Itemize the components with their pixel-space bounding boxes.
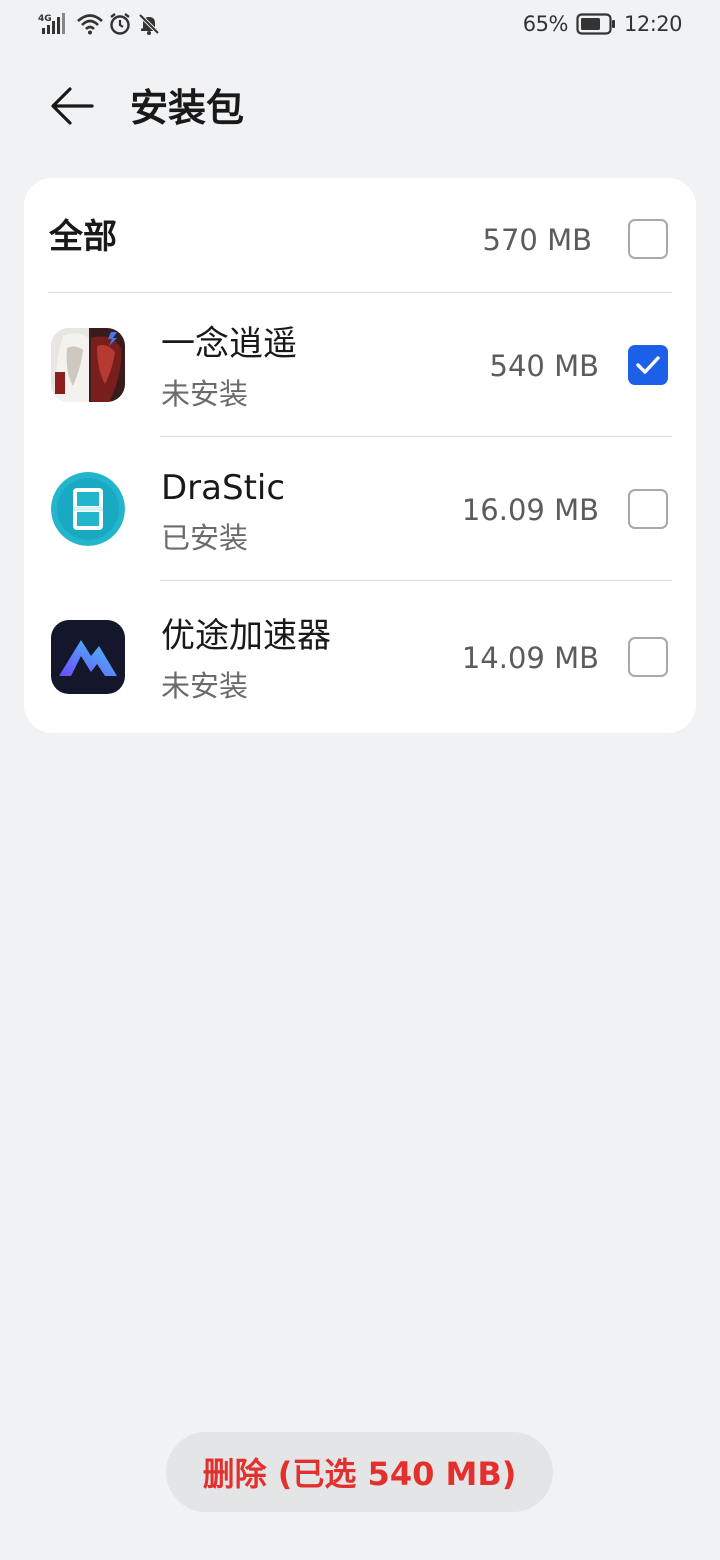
total-size: 570 MB (482, 223, 593, 257)
battery-icon (576, 13, 616, 35)
app-install-status: 未安装 (161, 669, 249, 703)
list-item[interactable]: DraStic 已安装 16.09 MB (24, 438, 696, 582)
yinianxiaoyao-app-icon (51, 328, 125, 402)
header: 安装包 (0, 70, 720, 146)
select-all-row[interactable]: 全部 570 MB (24, 178, 696, 293)
app-install-status: 已安装 (161, 521, 249, 555)
list-item[interactable]: 优途加速器 未安装 14.09 MB (24, 582, 696, 726)
status-bar: 4G 65% 12:20 (0, 0, 720, 54)
divider (160, 580, 672, 581)
app-size: 16.09 MB (461, 493, 599, 527)
delete-button-label: 删除 (已选 540 MB) (202, 1455, 517, 1493)
app-checkbox[interactable] (628, 489, 668, 529)
back-button[interactable] (42, 78, 102, 138)
mute-notification-icon (137, 12, 161, 36)
app-name: 优途加速器 (161, 616, 331, 656)
youtu-accelerator-app-icon (51, 620, 125, 694)
package-list-card: 全部 570 MB 一念逍遥 未安装 540 MB DraStic 已安装 16… (24, 178, 696, 733)
clock: 12:20 (623, 12, 683, 36)
battery-percent: 65% (522, 12, 569, 36)
page-title: 安装包 (130, 86, 245, 130)
checkmark-icon (636, 356, 660, 374)
app-name: 一念逍遥 (161, 324, 297, 364)
divider (48, 292, 672, 293)
back-arrow-icon (50, 86, 94, 130)
status-icons-right: 65% 12:20 (522, 12, 683, 36)
signal-icon: 4G (38, 12, 72, 36)
drastic-app-icon (51, 472, 125, 546)
divider (160, 436, 672, 437)
app-checkbox[interactable] (628, 637, 668, 677)
delete-button[interactable]: 删除 (已选 540 MB) (166, 1432, 553, 1512)
app-size: 540 MB (489, 349, 600, 383)
alarm-icon (108, 12, 132, 36)
wifi-icon (77, 13, 103, 35)
select-all-label: 全部 (49, 217, 117, 257)
status-icons-left: 4G (38, 12, 161, 36)
app-install-status: 未安装 (161, 377, 249, 411)
screen: 4G 65% 12:20 安装包 全部 570 MB 一念逍遥 未安装 540 … (0, 0, 720, 1560)
network-type-label: 4G (38, 14, 52, 24)
list-item[interactable]: 一念逍遥 未安装 540 MB (24, 294, 696, 438)
app-checkbox-checked[interactable] (628, 345, 668, 385)
app-size: 14.09 MB (461, 641, 599, 675)
app-name: DraStic (161, 468, 286, 508)
select-all-checkbox[interactable] (628, 219, 668, 259)
